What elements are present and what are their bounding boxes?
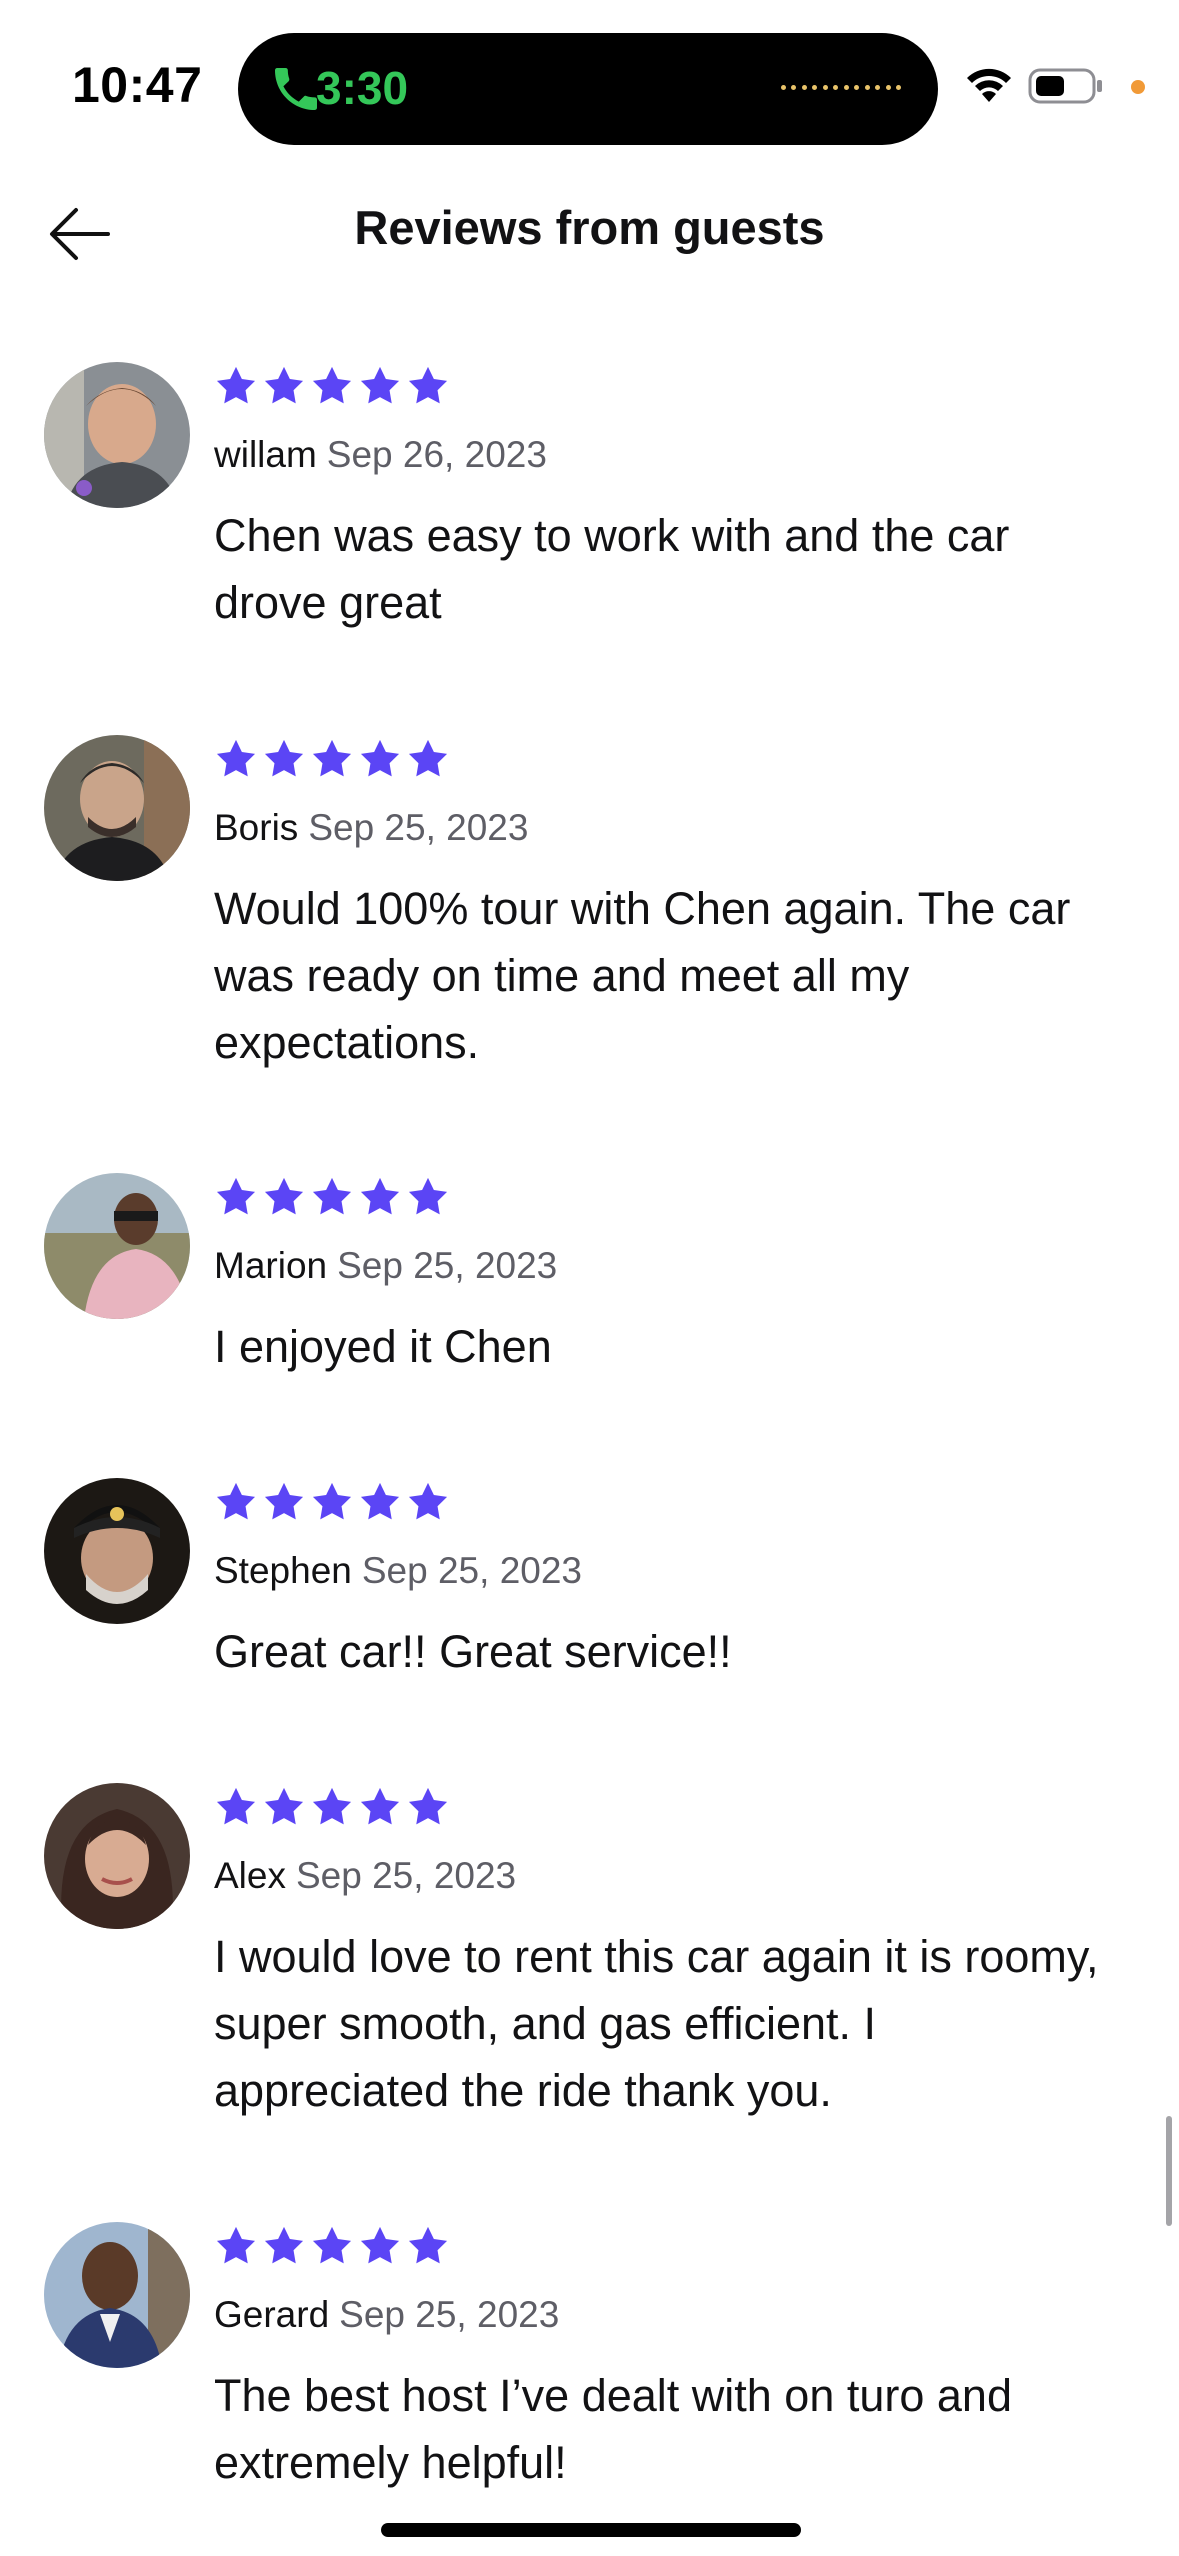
avatar[interactable] xyxy=(44,1173,190,1319)
review-date: Sep 25, 2023 xyxy=(337,1245,558,1286)
reviewer-name[interactable]: Marion xyxy=(214,1245,327,1286)
reviewer-name[interactable]: Boris xyxy=(214,807,298,848)
star-rating xyxy=(214,1175,450,1219)
star-rating xyxy=(214,1480,450,1524)
reviewer-name[interactable]: Alex xyxy=(214,1855,286,1896)
review-text: Chen was easy to work with and the car d… xyxy=(214,510,1010,628)
call-duration: 3:30 xyxy=(316,62,409,114)
star-icon xyxy=(312,2226,352,2264)
battery-icon xyxy=(1028,68,1102,104)
star-icon xyxy=(408,1787,448,1825)
audio-wave-icon xyxy=(781,85,901,93)
star-icon xyxy=(216,366,256,404)
review-text: I would love to rent this car again it i… xyxy=(214,1931,1099,2116)
review-date: Sep 25, 2023 xyxy=(339,2294,560,2335)
header: Reviews from guests xyxy=(0,170,1179,290)
star-rating xyxy=(214,2224,450,2268)
review-text: Great car!! Great service!! xyxy=(214,1626,732,1677)
reviewer-name[interactable]: Gerard xyxy=(214,2294,329,2335)
star-icon xyxy=(264,366,304,404)
star-icon xyxy=(360,1787,400,1825)
star-rating xyxy=(214,364,450,408)
review-date: Sep 25, 2023 xyxy=(295,1855,517,1896)
avatar[interactable] xyxy=(44,1478,190,1624)
reviewer-name[interactable]: willam xyxy=(214,434,317,475)
star-icon xyxy=(216,1787,256,1825)
status-bar: 10:47 3:30 xyxy=(0,0,1179,160)
star-icon xyxy=(360,2226,400,2264)
reviewer-name[interactable]: Stephen xyxy=(214,1550,352,1591)
star-icon xyxy=(360,1177,400,1215)
home-indicator[interactable] xyxy=(381,2523,801,2537)
star-icon xyxy=(408,1482,448,1520)
star-icon xyxy=(264,1787,304,1825)
review-meta: Marion Sep 25, 2023 xyxy=(214,1245,557,1287)
star-icon xyxy=(216,1482,256,1520)
star-icon xyxy=(408,2226,448,2264)
active-call-pill[interactable]: 3:30 xyxy=(238,33,938,145)
star-icon xyxy=(264,1482,304,1520)
avatar[interactable] xyxy=(44,2222,190,2368)
review-meta: willam Sep 26, 2023 xyxy=(214,434,547,476)
review-date: Sep 25, 2023 xyxy=(361,1550,582,1591)
review-meta: Alex Sep 25, 2023 xyxy=(214,1855,516,1897)
star-icon xyxy=(264,2226,304,2264)
star-icon xyxy=(408,1177,448,1215)
star-icon xyxy=(408,366,448,404)
star-icon xyxy=(312,366,352,404)
review-meta: Gerard Sep 25, 2023 xyxy=(214,2294,559,2336)
review-meta: Stephen Sep 25, 2023 xyxy=(214,1550,582,1592)
page-title: Reviews from guests xyxy=(354,201,825,254)
review-text: Would 100% tour with Chen again. The car… xyxy=(214,883,1071,1068)
star-icon xyxy=(360,1482,400,1520)
scrollbar-thumb[interactable] xyxy=(1166,2116,1172,2226)
star-icon xyxy=(312,739,352,777)
review-text: The best host I’ve dealt with on turo an… xyxy=(214,2370,1012,2488)
star-icon xyxy=(312,1177,352,1215)
review-date: Sep 25, 2023 xyxy=(308,807,529,848)
star-icon xyxy=(360,739,400,777)
review-text: I enjoyed it Chen xyxy=(214,1321,552,1372)
star-icon xyxy=(264,739,304,777)
star-icon xyxy=(216,2226,256,2264)
star-rating xyxy=(214,737,450,781)
avatar[interactable] xyxy=(44,362,190,508)
star-icon xyxy=(264,1177,304,1215)
star-icon xyxy=(360,366,400,404)
review-meta: Boris Sep 25, 2023 xyxy=(214,807,528,849)
avatar[interactable] xyxy=(44,735,190,881)
wifi-icon xyxy=(967,68,1011,102)
avatar[interactable] xyxy=(44,1783,190,1929)
star-icon xyxy=(312,1787,352,1825)
star-icon xyxy=(312,1482,352,1520)
status-time: 10:47 xyxy=(72,57,203,113)
review-date: Sep 26, 2023 xyxy=(326,434,547,475)
star-rating xyxy=(214,1785,450,1829)
star-icon xyxy=(408,739,448,777)
privacy-indicator-dot xyxy=(1131,80,1145,94)
star-icon xyxy=(216,1177,256,1215)
star-icon xyxy=(216,739,256,777)
